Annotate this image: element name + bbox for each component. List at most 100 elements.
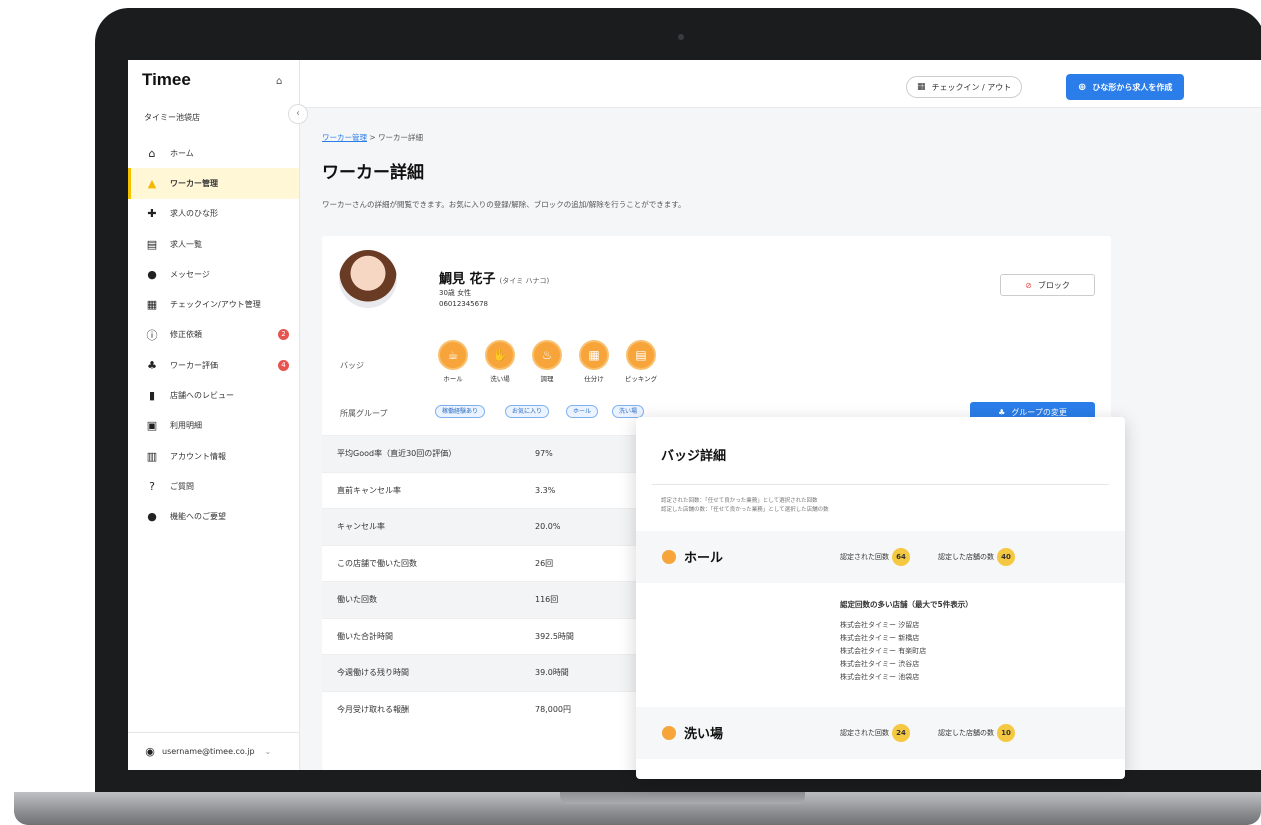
breadcrumb-current: ワーカー詳細 bbox=[378, 133, 424, 142]
dishwashing-badge-icon: ✋ bbox=[485, 340, 515, 370]
store-list: 株式会社タイミー 汐留店 株式会社タイミー 新橋店 株式会社タイミー 有楽町店 … bbox=[840, 619, 926, 684]
badge-text: ホール bbox=[443, 375, 463, 383]
stat-label: 平均Good率（直近30回の評価） bbox=[337, 449, 457, 459]
sidebar: Timee ⌂ タイミー池袋店 ⌂ ホーム ▲ ワーカー管理 ✚ 求人のひな形 … bbox=[128, 60, 300, 770]
sidebar-item-store-reviews[interactable]: ▮ 店舗へのレビュー bbox=[128, 380, 299, 410]
sidebar-item-feature-requests[interactable]: ● 機能へのご要望 bbox=[128, 502, 299, 532]
store-icon: ▥ bbox=[146, 449, 158, 463]
user-icon: ◉ bbox=[145, 745, 155, 758]
user-menu[interactable]: ◉ username@timee.co.jp ⌄ bbox=[128, 732, 299, 770]
group-label: 所属グループ bbox=[340, 409, 388, 418]
list-item: 株式会社タイミー 新橋店 bbox=[840, 634, 920, 642]
sidebar-item-billing[interactable]: ▣ 利用明細 bbox=[128, 411, 299, 441]
sidebar-item-label: メッセージ bbox=[170, 269, 210, 279]
certified-stores-value: 10 bbox=[997, 724, 1015, 742]
sidebar-item-worker-reviews[interactable]: ♣ ワーカー評価 4 bbox=[128, 350, 299, 380]
breadcrumb: ワーカー管理 > ワーカー詳細 bbox=[322, 132, 423, 143]
badge-cooking[interactable]: ♨ 調理 bbox=[524, 340, 570, 383]
chevron-down-icon: ⌄ bbox=[264, 747, 272, 756]
sidebar-item-label: 機能へのご要望 bbox=[170, 512, 226, 522]
list-item: 株式会社タイミー 有楽町店 bbox=[840, 647, 927, 655]
badge-category-name: ホール bbox=[662, 547, 723, 566]
store-icon: ⌂ bbox=[276, 76, 283, 87]
breadcrumb-separator: > bbox=[367, 133, 379, 142]
block-button-label: ブロック bbox=[1037, 280, 1070, 290]
list-item: 株式会社タイミー 渋谷店 bbox=[840, 660, 920, 668]
checkin-button-label: チェックイン / アウト bbox=[931, 82, 1012, 92]
sidebar-item-help[interactable]: ? ご質問 bbox=[128, 471, 299, 501]
certified-stores-label: 認定した店舗の数 bbox=[938, 729, 994, 737]
sidebar-item-account[interactable]: ▥ アカウント情報 bbox=[128, 441, 299, 471]
checkin-button[interactable]: ▦ チェックイン / アウト bbox=[906, 76, 1023, 98]
divider bbox=[652, 484, 1109, 485]
certified-count-value: 24 bbox=[892, 724, 910, 742]
bell-icon: ▲ bbox=[147, 176, 157, 190]
hall-badge-icon bbox=[662, 549, 676, 564]
sidebar-item-job-list[interactable]: ▤ 求人一覧 bbox=[128, 229, 299, 259]
sidebar-item-label: 求人のひな形 bbox=[170, 209, 218, 219]
certified-stores: 認定した店舗の数 10 bbox=[938, 724, 1015, 742]
breadcrumb-link[interactable]: ワーカー管理 bbox=[322, 133, 367, 142]
thumbs-up-icon: ▮ bbox=[148, 389, 156, 403]
notification-badge: 2 bbox=[278, 329, 289, 341]
info-icon: ⓘ bbox=[146, 328, 158, 342]
badge-text: 仕分け bbox=[584, 375, 604, 383]
certified-count-label: 認定された回数 bbox=[840, 553, 889, 561]
create-job-button[interactable]: ⊕ ひな形から求人を作成 bbox=[1066, 74, 1185, 100]
plus-circle-icon: ✚ bbox=[147, 207, 157, 221]
lightbulb-icon: ● bbox=[147, 510, 157, 524]
sidebar-item-job-templates[interactable]: ✚ 求人のひな形 bbox=[128, 199, 299, 229]
document-icon: ▣ bbox=[146, 419, 158, 433]
certified-count-value: 64 bbox=[892, 548, 910, 566]
sidebar-nav: ⌂ ホーム ▲ ワーカー管理 ✚ 求人のひな形 ▤ 求人一覧 ● メッセージ ▦… bbox=[128, 138, 299, 532]
stat-value: 78,000円 bbox=[535, 704, 571, 714]
sidebar-item-label: ホーム bbox=[170, 148, 194, 158]
sidebar-item-label: ワーカー評価 bbox=[170, 360, 218, 370]
worker-kana: (タイミ ハナコ) bbox=[499, 277, 550, 285]
block-icon: ⊘ bbox=[1025, 280, 1032, 290]
app-logo[interactable]: Timee bbox=[142, 70, 191, 90]
chef-hat-badge-icon: ♨ bbox=[532, 340, 562, 370]
badge-dishwashing[interactable]: ✋ 洗い場 bbox=[477, 340, 523, 383]
popup-note-line: 認定した店舗の数：「任せて良かった業務」として選択した店舗の数 bbox=[661, 507, 829, 513]
badge-hall[interactable]: ☕ ホール bbox=[430, 340, 476, 383]
list-item: 株式会社タイミー 池袋店 bbox=[840, 673, 920, 681]
store-name: タイミー池袋店 bbox=[144, 113, 200, 122]
sidebar-item-label: アカウント情報 bbox=[170, 451, 226, 461]
certified-count: 認定された回数 24 bbox=[840, 724, 910, 742]
stat-label: 働いた合計時間 bbox=[337, 631, 393, 641]
certified-count-label: 認定された回数 bbox=[840, 729, 889, 737]
dishwashing-badge-icon bbox=[662, 725, 676, 740]
sidebar-collapse-button[interactable]: ‹ bbox=[288, 104, 308, 124]
popup-note-line: 認定された回数：「任せて良かった業務」として選択された回数 bbox=[661, 498, 818, 504]
badge-sorting[interactable]: ▦ 仕分け bbox=[571, 340, 617, 383]
group-tag: お気に入り bbox=[505, 405, 550, 418]
worker-name-row: 鯛見 花子 (タイミ ハナコ) bbox=[439, 268, 549, 287]
sidebar-item-corrections[interactable]: ⓘ 修正依頼 2 bbox=[128, 320, 299, 350]
topbar: ▦ チェックイン / アウト ⊕ ひな形から求人を作成 bbox=[300, 60, 1261, 108]
badge-text: ピッキング bbox=[624, 375, 658, 383]
create-job-button-label: ひな形から求人を作成 bbox=[1092, 82, 1173, 92]
qr-icon: ▦ bbox=[146, 298, 158, 312]
worker-meta: 30歳 女性 06012345678 bbox=[439, 288, 488, 310]
sidebar-item-label: 求人一覧 bbox=[170, 239, 202, 249]
laptop-notch bbox=[560, 792, 805, 804]
sidebar-item-home[interactable]: ⌂ ホーム bbox=[128, 138, 299, 168]
group-tag: 稼働経験あり bbox=[435, 405, 486, 418]
stat-label: 今週働ける残り時間 bbox=[337, 668, 409, 678]
user-email: username@timee.co.jp bbox=[162, 747, 255, 756]
block-button[interactable]: ⊘ ブロック bbox=[1000, 274, 1095, 296]
badge-picking[interactable]: ▤ ピッキング bbox=[618, 340, 664, 383]
sidebar-item-worker-management[interactable]: ▲ ワーカー管理 bbox=[128, 168, 299, 199]
change-group-button-label: グループの変更 bbox=[1011, 407, 1067, 417]
sidebar-item-messages[interactable]: ● メッセージ bbox=[128, 259, 299, 289]
plus-circle-icon: ⊕ bbox=[1078, 81, 1087, 93]
popup-note: 認定された回数：「任せて良かった業務」として選択された回数 認定した店舗の数：「… bbox=[661, 497, 829, 515]
stat-value: 392.5時間 bbox=[535, 631, 574, 641]
sidebar-item-label: ワーカー管理 bbox=[170, 178, 218, 188]
badge-detail-popup: バッジ詳細 認定された回数：「任せて良かった業務」として選択された回数 認定した… bbox=[636, 417, 1125, 779]
box-badge-icon: ▦ bbox=[579, 340, 609, 370]
category-label: ホール bbox=[684, 551, 724, 566]
stat-value: 97% bbox=[535, 449, 553, 459]
sidebar-item-checkin[interactable]: ▦ チェックイン/アウト管理 bbox=[128, 289, 299, 319]
